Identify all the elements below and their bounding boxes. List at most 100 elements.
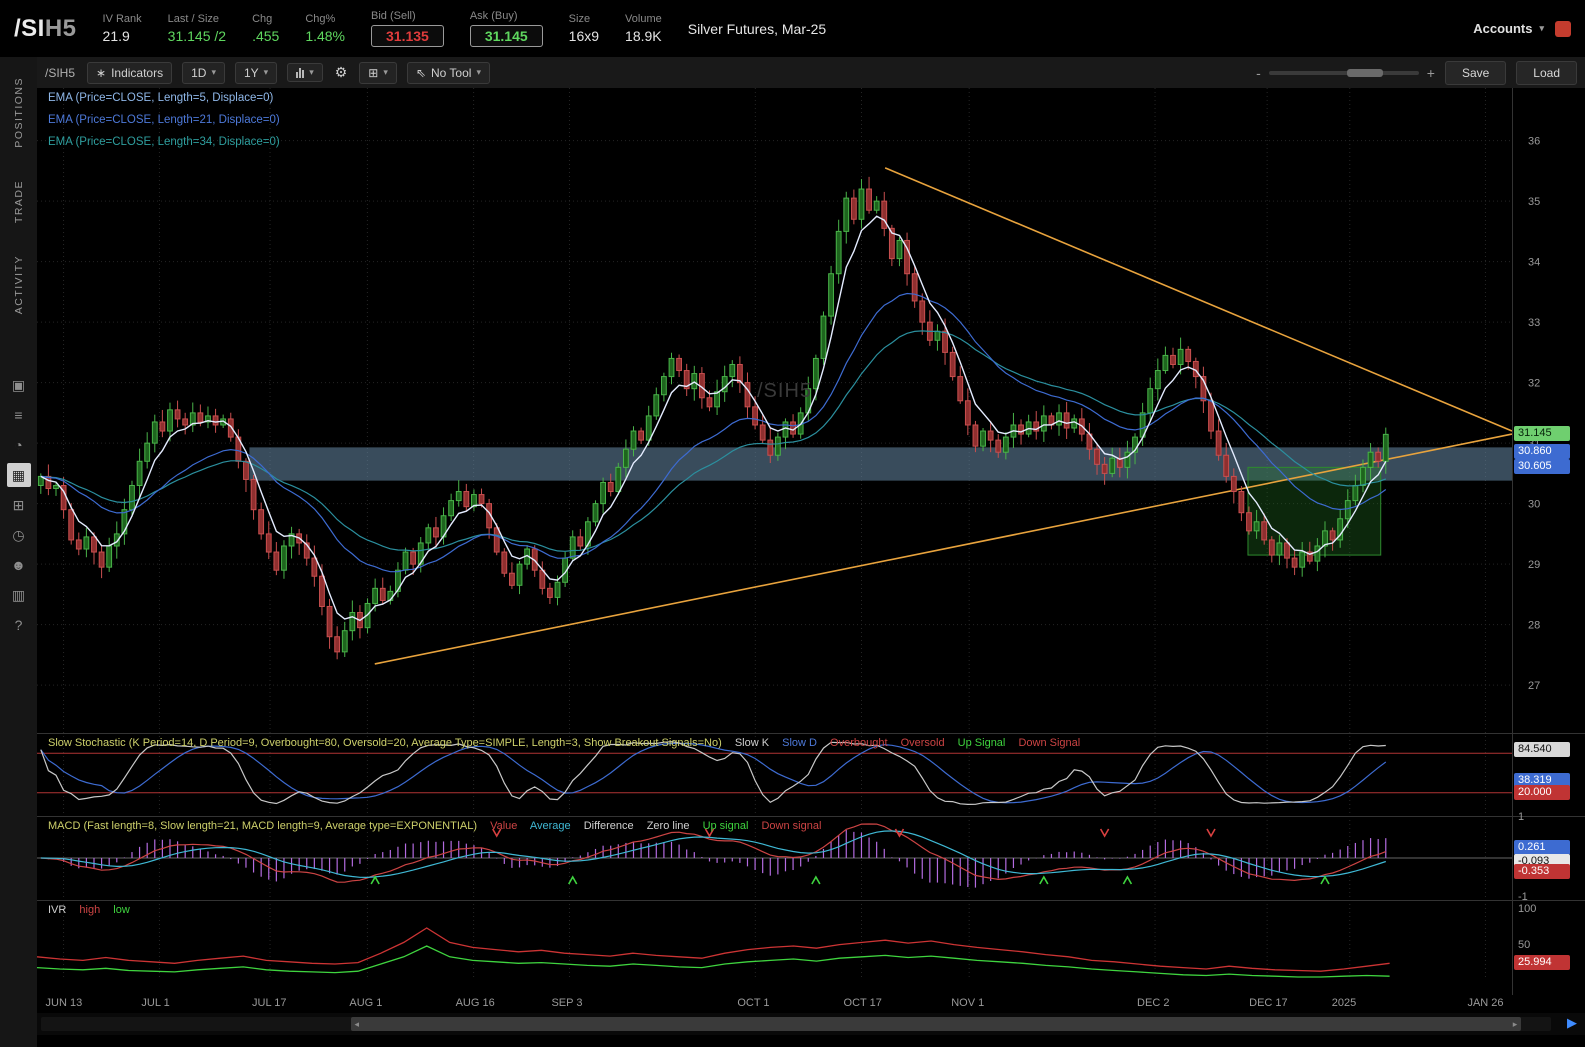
scrollbar-track[interactable]: ◂ ▸ xyxy=(41,1017,1551,1031)
time-axis-label: JUL 17 xyxy=(252,997,286,1009)
macd-title: MACD (Fast length=8, Slow length=21, MAC… xyxy=(48,820,477,832)
price-axis-tag: 31.145 xyxy=(1514,426,1570,441)
field-bid: Bid (Sell) 31.135 xyxy=(371,10,444,47)
stochastic-axis-tag: 20.000 xyxy=(1514,785,1570,800)
time-axis-label: NOV 1 xyxy=(951,997,984,1009)
range-dropdown[interactable]: 1Y ▾ xyxy=(235,62,277,84)
bid-label: Bid (Sell) xyxy=(371,10,416,22)
macd-down-signal-label: Down signal xyxy=(761,820,821,832)
grid-tiles-icon[interactable]: ⊞ xyxy=(7,493,31,517)
oversold-label: Oversold xyxy=(901,737,945,749)
grid-icon: ⊞ xyxy=(368,66,378,80)
scrollbar-thumb[interactable]: ◂ ▸ xyxy=(351,1017,1522,1031)
sidebar-tab-trade[interactable]: TRADE xyxy=(13,164,25,239)
indicators-label: Indicators xyxy=(111,66,163,80)
scroll-right-icon[interactable]: ▸ xyxy=(1513,1019,1518,1030)
ask-button[interactable]: 31.145 xyxy=(470,25,543,47)
ivr-axis-tag: 50 xyxy=(1514,938,1570,953)
load-button[interactable]: Load xyxy=(1516,61,1577,85)
drawing-tool-value: No Tool xyxy=(431,66,471,80)
alert-badge-icon[interactable] xyxy=(1555,21,1571,37)
orders-icon[interactable]: ≡ xyxy=(7,403,31,427)
indicators-button[interactable]: ∗ Indicators xyxy=(87,62,172,84)
svg-text:33: 33 xyxy=(1528,317,1540,329)
svg-text:27: 27 xyxy=(1528,680,1540,692)
bid-button[interactable]: 31.135 xyxy=(371,25,444,47)
volume-label: Volume xyxy=(625,13,662,25)
macd-legend[interactable]: MACD (Fast length=8, Slow length=21, MAC… xyxy=(48,820,831,832)
macd-value-label: Value xyxy=(490,820,517,832)
accounts-label: Accounts xyxy=(1473,21,1532,36)
macd-zeroline-label: Zero line xyxy=(647,820,690,832)
ivr-legend[interactable]: IVR high low xyxy=(48,904,140,916)
ema34-study-label[interactable]: EMA (Price=CLOSE, Length=34, Displace=0) xyxy=(48,136,280,148)
chevron-down-icon: ▾ xyxy=(476,67,481,78)
scroll-left-icon[interactable]: ◂ xyxy=(355,1019,360,1030)
chart-icon[interactable]: ▦ xyxy=(7,463,31,487)
zoom-in-button[interactable]: + xyxy=(1427,65,1435,81)
chart-area[interactable]: 36353433323130292827 EMA (Price=CLOSE, L… xyxy=(37,88,1585,995)
people-icon[interactable]: ☻ xyxy=(7,553,31,577)
ema21-study-label[interactable]: EMA (Price=CLOSE, Length=21, Displace=0) xyxy=(48,114,280,126)
time-axis-label: AUG 1 xyxy=(349,997,382,1009)
time-axis-label: OCT 1 xyxy=(737,997,769,1009)
zoom-out-button[interactable]: - xyxy=(1256,65,1261,81)
grid-layout-dropdown[interactable]: ⊞ ▾ xyxy=(359,62,397,84)
time-axis-label: 2025 xyxy=(1332,997,1356,1009)
ask-label: Ask (Buy) xyxy=(470,10,518,22)
time-axis[interactable]: JUN 13JUL 1JUL 17AUG 1AUG 16SEP 3OCT 1OC… xyxy=(37,995,1585,1013)
last-size-label: Last / Size xyxy=(168,13,219,25)
chart-panel: /SIH5 ∗ Indicators 1D ▾ 1Y ▾ ▾ ⚙ ⊞ ▾ xyxy=(37,57,1585,1047)
chevron-down-icon: ▾ xyxy=(1539,23,1544,34)
volume-value: 18.9K xyxy=(625,28,662,44)
sidebar-tab-activity[interactable]: ACTIVITY xyxy=(13,239,25,330)
svg-text:32: 32 xyxy=(1528,378,1540,390)
chevron-down-icon: ▾ xyxy=(383,67,388,78)
time-axis-label: AUG 16 xyxy=(456,997,495,1009)
history-icon[interactable]: ◷ xyxy=(7,523,31,547)
chg-label: Chg xyxy=(252,13,272,25)
svg-text:28: 28 xyxy=(1528,620,1540,632)
accounts-dropdown[interactable]: Accounts ▾ xyxy=(1473,21,1571,37)
price-axis-tag: 30.860 xyxy=(1514,444,1570,459)
symbol-contract: H5 xyxy=(45,15,77,42)
iv-rank-value: 21.9 xyxy=(103,28,130,44)
range-value: 1Y xyxy=(244,66,259,80)
instrument-name: Silver Futures, Mar-25 xyxy=(688,21,826,37)
down-signal-label: Down Signal xyxy=(1018,737,1080,749)
ema5-study-label[interactable]: EMA (Price=CLOSE, Length=5, Displace=0) xyxy=(48,92,273,104)
chart-canvas[interactable]: 36353433323130292827 xyxy=(37,88,1585,995)
time-axis-label: JUL 1 xyxy=(141,997,169,1009)
jump-to-latest-icon[interactable]: ▶ xyxy=(1567,1015,1577,1031)
overbought-label: Overbought xyxy=(830,737,887,749)
calendar-icon[interactable]: ▥ xyxy=(7,583,31,607)
symbol-logo: /SIH5 xyxy=(14,15,77,43)
svg-text:36: 36 xyxy=(1528,136,1540,148)
time-axis-label: DEC 2 xyxy=(1137,997,1169,1009)
macd-axis-tag: 1 xyxy=(1514,810,1570,825)
zoom-slider-thumb[interactable] xyxy=(1347,69,1383,77)
zoom-slider[interactable] xyxy=(1269,71,1419,75)
monitor-icon[interactable]: ▣ xyxy=(7,373,31,397)
help-icon[interactable]: ? xyxy=(7,613,31,637)
drawing-tool-dropdown[interactable]: ⇖ No Tool ▾ xyxy=(407,62,490,84)
clock-icon[interactable]: ◔ xyxy=(7,433,31,457)
time-axis-label: JUN 13 xyxy=(46,997,83,1009)
chart-style-dropdown[interactable]: ▾ xyxy=(287,63,323,82)
header: /SIH5 IV Rank 21.9 Last / Size 31.145 /2… xyxy=(0,0,1585,57)
chg-value: .455 xyxy=(252,28,279,44)
svg-text:35: 35 xyxy=(1528,196,1540,208)
sidebar-tab-positions[interactable]: POSITIONS xyxy=(13,61,25,164)
time-axis-label: OCT 17 xyxy=(844,997,882,1009)
chevron-down-icon: ▾ xyxy=(211,67,216,78)
field-size: Size 16x9 xyxy=(569,13,599,44)
save-button[interactable]: Save xyxy=(1445,61,1506,85)
slow-k-label: Slow K xyxy=(735,737,769,749)
field-ask: Ask (Buy) 31.145 xyxy=(470,10,543,47)
indicators-icon: ∗ xyxy=(96,66,106,80)
gear-icon[interactable]: ⚙ xyxy=(333,64,350,81)
stochastic-legend[interactable]: Slow Stochastic (K Period=14, D Period=9… xyxy=(48,737,1090,749)
timeframe-dropdown[interactable]: 1D ▾ xyxy=(182,62,225,84)
svg-text:30: 30 xyxy=(1528,499,1540,511)
svg-text:34: 34 xyxy=(1528,257,1540,269)
